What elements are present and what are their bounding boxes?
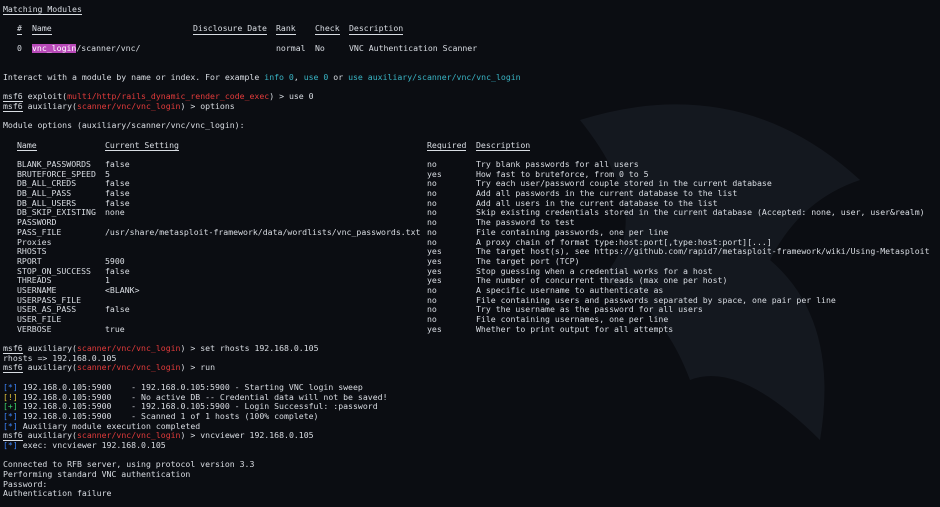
terminal-window: { "search": { "title": "Matching Modules… — [0, 0, 940, 507]
exec-line: [*] exec: vncviewer 192.168.0.105 — [3, 439, 166, 450]
prompt-line: msf6 auxiliary(scanner/vnc/vnc_login) > … — [3, 100, 235, 112]
option-row: BLANK_PASSWORDS false no Try blank password… — [3, 159, 940, 170]
option-setting: true — [105, 323, 125, 334]
command-text: set rhosts 192.168.0.105 — [200, 343, 319, 354]
option-row: BRUTEFORCE_SPEED 5 yes How fast to brutefor… — [3, 169, 940, 180]
option-setting: none — [105, 207, 125, 218]
vnc-output-line: Password: — [3, 478, 48, 489]
option-setting: /usr/share/metasploit-framework/data/wor… — [105, 226, 421, 237]
options-table: BLANK_PASSWORDS false no Try blank password… — [3, 159, 940, 335]
option-row: DB_ALL_CREDS false no Try each user/passwor… — [3, 179, 940, 189]
option-row: USERPASS_FILE no File containing users and… — [3, 295, 940, 306]
search-result-row[interactable]: 0 auxiliary/scanner/vnc/vnc_login normal… — [3, 42, 940, 54]
options-table-header: Name Current Setting Required Descriptio… — [17, 139, 531, 152]
prompt-line: msf6 auxiliary(scanner/vnc/vnc_login) > … — [3, 343, 319, 355]
status-tag: [*] — [3, 381, 18, 392]
option-row: RHOSTS yes The target host(s), see https:/… — [3, 246, 940, 257]
option-required: yes — [427, 323, 442, 334]
option-setting: <BLANK> — [105, 284, 140, 295]
status-tag: [!] — [3, 391, 18, 402]
option-setting: false — [105, 304, 130, 315]
command-text: vncviewer 192.168.0.105 — [200, 430, 314, 441]
terminal-output: Matching Modules # Name Disclosure Date … — [3, 4, 940, 499]
option-name: VERBOSE — [17, 323, 52, 334]
search-match-highlight: vnc_login — [32, 42, 77, 54]
status-tag: [*] — [3, 410, 18, 421]
run-output: [*] 192.168.0.105:5900 - 192.168.0.105:5… — [3, 381, 940, 431]
search-title: Matching Modules — [3, 4, 82, 15]
command-text: run — [200, 362, 216, 373]
search-table-header: # Name Disclosure Date Rank Check Descri… — [17, 23, 404, 36]
interact-hint: Interact with a module by name or index.… — [3, 71, 521, 82]
prompt-line: msf6 auxiliary(scanner/vnc/vnc_login) > … — [3, 362, 216, 374]
option-row: RPORT 5900 yes The target port (TCP) — [3, 256, 940, 267]
status-tag: [+] — [3, 401, 18, 412]
option-row: VERBOSE true yes Whether to print output fo… — [3, 323, 940, 335]
option-row: DB_ALL_PASS false no Add all passwords in t… — [3, 188, 940, 199]
option-row: THREADS 1 yes The number of concurrent thre… — [3, 276, 940, 286]
vnc-output-line: Performing standard VNC authentication — [3, 469, 191, 479]
option-row: USER_FILE no File containing usernames, on… — [3, 314, 940, 325]
option-row: USER_AS_PASS false no Try the username as t… — [3, 305, 940, 315]
command-text: use 0 — [288, 91, 314, 102]
option-desc: Whether to print output for all attempts — [476, 323, 674, 334]
option-row: PASS_FILE/usr/share/metasploit-framework… — [3, 226, 940, 238]
command-text: options — [200, 100, 235, 111]
status-tag: [*] — [3, 420, 18, 431]
module-options-title: Module options (auxiliary/scanner/vnc/vn… — [3, 120, 245, 131]
vnc-output-line: Authentication failure — [3, 488, 112, 499]
option-row: STOP_ON_SUCCESS false yes Stop guessing whe… — [3, 266, 940, 277]
option-row: DB_SKIP_EXISTING none no Skip existing cred… — [3, 208, 940, 218]
